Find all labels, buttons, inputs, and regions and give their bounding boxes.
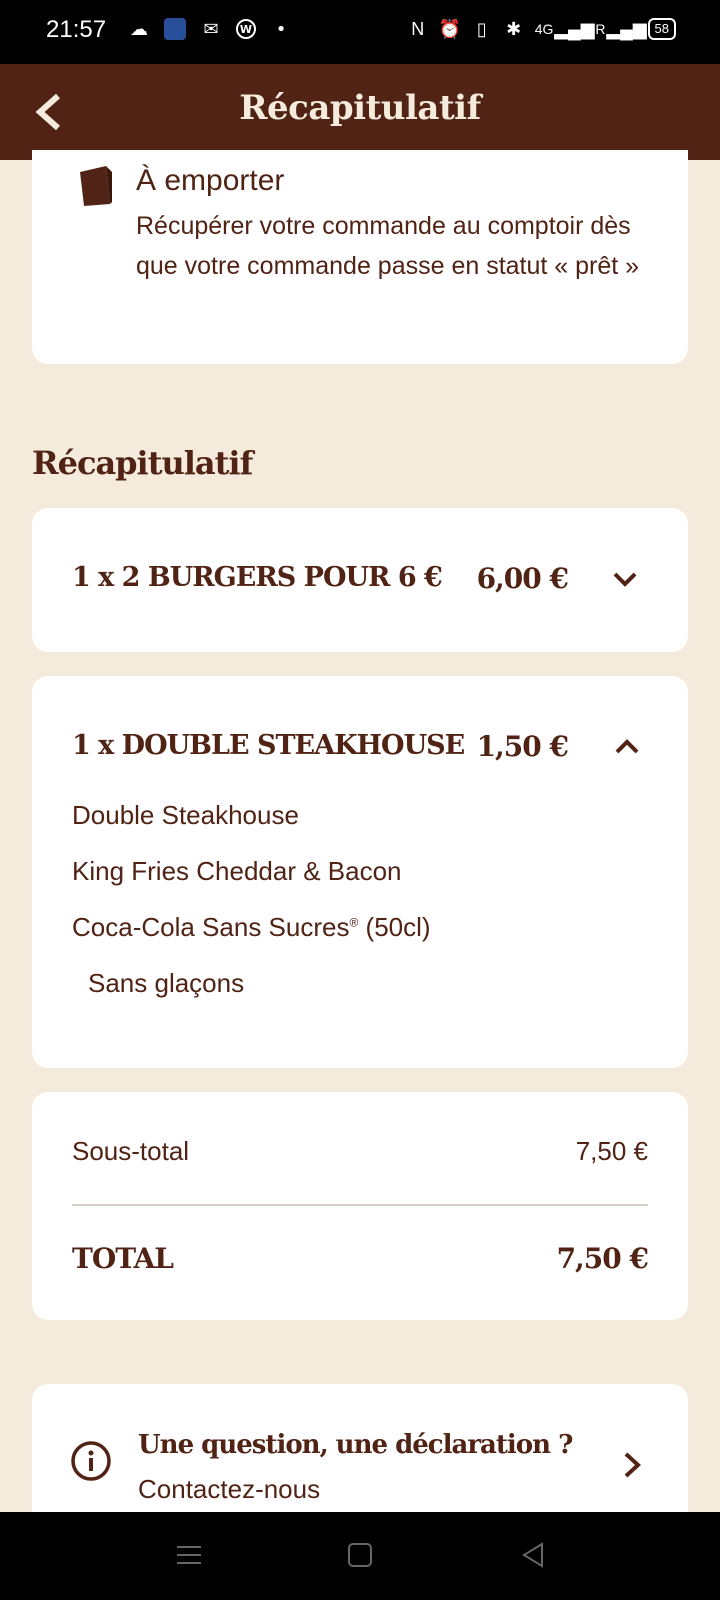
total-value: 7,50 € bbox=[556, 1242, 649, 1275]
vibrate-icon: ▯ bbox=[476, 18, 487, 39]
wordpress-icon: W bbox=[236, 19, 256, 39]
chevron-up-icon[interactable] bbox=[612, 732, 642, 762]
item-detail: King Fries Cheddar & Bacon bbox=[72, 856, 402, 886]
takeaway-bag-icon bbox=[80, 166, 112, 206]
order-item-price: 1,50 € bbox=[476, 730, 569, 763]
subtotal-label: Sous-total bbox=[72, 1136, 190, 1166]
network-type: 4G bbox=[534, 21, 554, 37]
item-option: Sans glaçons bbox=[88, 968, 245, 998]
item-detail: Coca-Cola Sans Sucres® (50cl) bbox=[72, 912, 431, 942]
bluetooth-icon: ✱ bbox=[506, 18, 522, 39]
contact-subtitle: Contactez-nous bbox=[138, 1474, 321, 1504]
menu-icon[interactable] bbox=[174, 1540, 204, 1570]
app-notification-icon bbox=[164, 18, 186, 40]
order-item-price: 6,00 € bbox=[476, 562, 569, 595]
pickup-title: À emporter bbox=[136, 164, 285, 197]
back-icon[interactable] bbox=[518, 1540, 548, 1570]
chevron-down-icon[interactable] bbox=[610, 564, 640, 594]
item-detail: Double Steakhouse bbox=[72, 800, 299, 830]
order-item-card[interactable]: 1 x DOUBLE STEAKHOUSE 1,50 € Double Stea… bbox=[32, 676, 688, 1068]
roaming-indicator: R bbox=[595, 21, 606, 37]
status-bar: 21:57 ☁ ✉ W • N ⏰ ▯ ✱ 4G ▂▄▆ R ▂▄▆ 58 bbox=[0, 0, 720, 64]
summary-section-title: Récapitulatif bbox=[32, 444, 253, 482]
pickup-card: À emporter Récupérer votre commande au c… bbox=[32, 150, 688, 364]
divider bbox=[72, 1204, 648, 1206]
nfc-icon: N bbox=[411, 18, 425, 39]
total-label: TOTAL bbox=[72, 1242, 174, 1275]
order-item-label: 1 x 2 BURGERS POUR 6 € bbox=[72, 562, 443, 593]
home-icon[interactable] bbox=[345, 1540, 375, 1570]
battery-indicator: 58 bbox=[647, 18, 676, 40]
registered-mark: ® bbox=[349, 915, 359, 930]
order-item-label: 1 x DOUBLE STEAKHOUSE bbox=[72, 730, 465, 761]
more-notifications-icon: • bbox=[275, 18, 287, 40]
alarm-icon: ⏰ bbox=[438, 18, 461, 39]
contact-title: Une question, une déclaration ? bbox=[138, 1430, 573, 1460]
totals-card: Sous-total 7,50 € TOTAL 7,50 € bbox=[32, 1092, 688, 1320]
cloud-icon: ☁ bbox=[130, 18, 148, 40]
page-title: Récapitulatif bbox=[239, 88, 481, 128]
signal-icon: ▂▄▆ bbox=[554, 18, 595, 39]
status-time: 21:57 bbox=[46, 16, 107, 43]
mail-icon: ✉ bbox=[203, 18, 219, 40]
pickup-description: Récupérer votre commande au comptoir dès… bbox=[136, 212, 640, 280]
info-icon bbox=[71, 1441, 111, 1481]
signal-icon-2: ▂▄▆ bbox=[606, 18, 647, 39]
app-header: Récapitulatif bbox=[0, 64, 720, 160]
chevron-right-icon[interactable] bbox=[620, 1450, 644, 1480]
subtotal-value: 7,50 € bbox=[575, 1136, 648, 1166]
order-item-card[interactable]: 1 x 2 BURGERS POUR 6 € 6,00 € bbox=[32, 508, 688, 652]
system-navigation-bar bbox=[0, 1512, 720, 1600]
